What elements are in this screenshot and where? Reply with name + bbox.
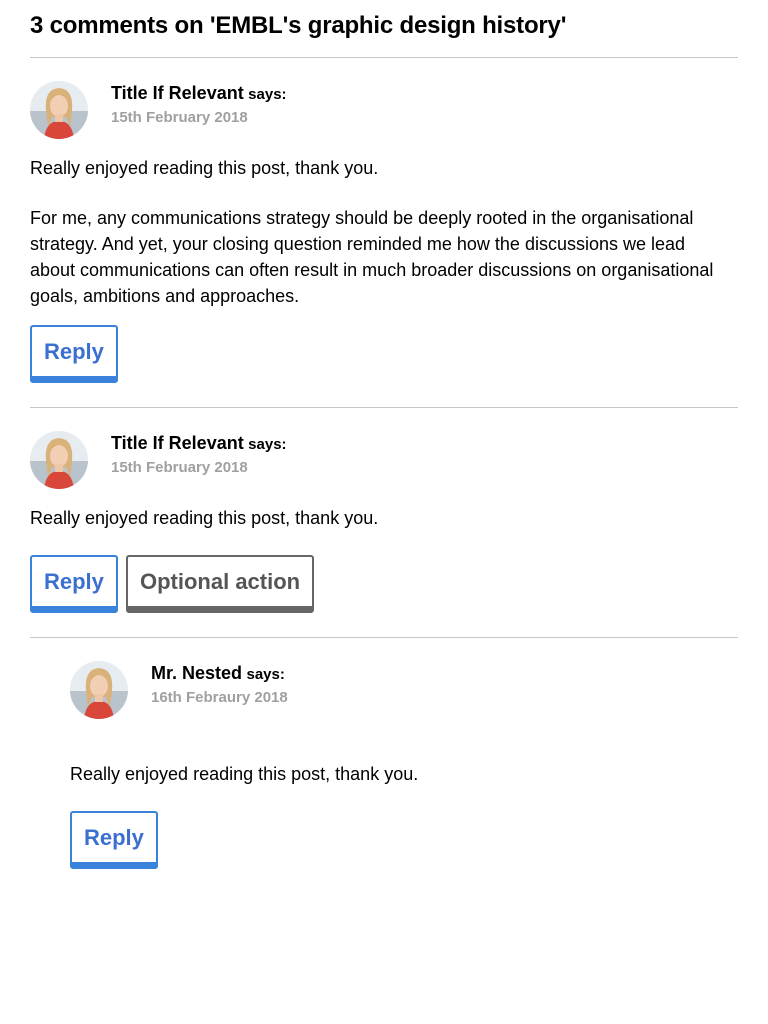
comment-author: Title If Relevant xyxy=(111,433,244,453)
comments-section: 3 comments on 'EMBL's graphic design his… xyxy=(0,0,768,1024)
says-label: says: xyxy=(246,666,285,683)
divider xyxy=(30,407,738,408)
reply-button[interactable]: Reply xyxy=(30,325,118,383)
comment-paragraph: Really enjoyed reading this post, thank … xyxy=(30,158,379,178)
comment-body: Really enjoyed reading this post, thank … xyxy=(30,505,720,531)
avatar-image xyxy=(70,661,128,719)
says-label: says: xyxy=(248,436,287,453)
comment-paragraph: Really enjoyed reading this post, thank … xyxy=(30,508,379,528)
comment-date: 15th February 2018 xyxy=(111,459,248,476)
reply-button[interactable]: Reply xyxy=(70,811,158,869)
comment-body: Really enjoyed reading this post, thank … xyxy=(30,155,720,309)
comment-meta: Title If Relevant says: 15th February 20… xyxy=(111,433,311,481)
comment-author: Mr. Nested xyxy=(151,663,243,683)
avatar xyxy=(30,81,88,139)
comment-meta: Mr. Nested says: 16th Febraury 2018 xyxy=(151,663,301,711)
comments-heading: 3 comments on 'EMBL's graphic design his… xyxy=(30,12,567,39)
comment-meta: Title If Relevant says: 15th February 20… xyxy=(111,83,311,131)
comment-body: Really enjoyed reading this post, thank … xyxy=(70,761,720,787)
reply-button[interactable]: Reply xyxy=(30,555,118,613)
divider xyxy=(30,637,738,638)
comment-date: 15th February 2018 xyxy=(111,109,248,126)
avatar-image xyxy=(30,431,88,489)
avatar-image xyxy=(30,81,88,139)
comment-paragraph: Really enjoyed reading this post, thank … xyxy=(70,764,419,784)
comment-date: 16th Febraury 2018 xyxy=(151,689,288,706)
comment-author: Title If Relevant xyxy=(111,83,244,103)
avatar xyxy=(70,661,128,719)
comment-paragraph: For me, any communications strategy shou… xyxy=(30,208,714,306)
optional-action-button[interactable]: Optional action xyxy=(126,555,315,613)
says-label: says: xyxy=(248,86,287,103)
avatar xyxy=(30,431,88,489)
divider xyxy=(30,57,738,58)
